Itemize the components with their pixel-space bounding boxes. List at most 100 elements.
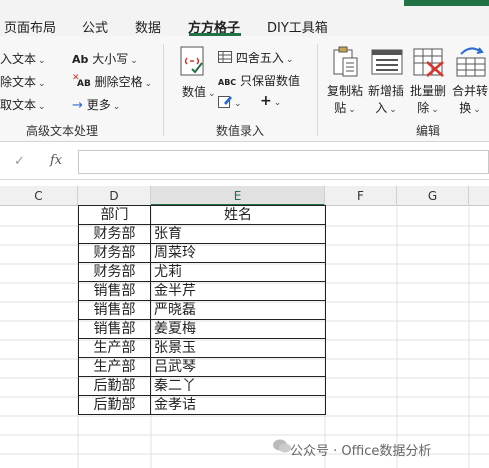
department-cell[interactable]: 后勤部 bbox=[78, 395, 151, 415]
department-cell[interactable]: 生产部 bbox=[78, 338, 151, 358]
table-row: 财务部 张育 bbox=[78, 224, 326, 244]
name-cell[interactable]: 张育 bbox=[150, 224, 326, 244]
merge-convert-button[interactable]: 合并转 换 ⌄ bbox=[452, 83, 488, 119]
table-row: 后勤部 秦二丫 bbox=[78, 376, 326, 396]
ribbon-tab-bar: 页面布局 公式 数据 方方格子 DIY工具箱 bbox=[0, 0, 489, 36]
insert-button[interactable]: 新增插 入 ⌄ bbox=[368, 83, 404, 119]
department-cell[interactable]: 后勤部 bbox=[78, 376, 151, 396]
case-button[interactable]: Ab 大小写 ⌄ bbox=[72, 50, 138, 67]
more-label: 更多 bbox=[86, 98, 111, 112]
keep-numeric-label: 只保留数值 bbox=[240, 74, 301, 88]
column-header-d[interactable]: D bbox=[78, 186, 151, 206]
keep-numeric-button[interactable]: ABC 只保留数值 bbox=[218, 72, 300, 89]
name-cell[interactable]: 吕武琴 bbox=[150, 357, 326, 377]
name-cell[interactable]: 尤莉 bbox=[150, 262, 326, 282]
table-row: 生产部 张景玉 bbox=[78, 338, 326, 358]
copy-paste-button[interactable]: 复制粘 贴 ⌄ bbox=[327, 83, 363, 119]
column-header-e[interactable]: E bbox=[151, 186, 325, 206]
name-cell[interactable]: 周菜玲 bbox=[150, 243, 326, 263]
abc-icon: ABC bbox=[218, 78, 237, 87]
table-row: 销售部 姜夏梅 bbox=[78, 319, 326, 339]
ab-case-icon: Ab bbox=[72, 53, 89, 66]
department-cell[interactable]: 生产部 bbox=[78, 357, 151, 377]
merge-label-line2: 换 bbox=[459, 101, 472, 115]
column-header-row: C D E F G bbox=[0, 186, 489, 206]
header-cell-department[interactable]: 部门 bbox=[78, 205, 151, 225]
department-cell[interactable]: 销售部 bbox=[78, 281, 151, 301]
group-label-numeric-entry: 数值录入 bbox=[216, 124, 265, 138]
merge-label-line1: 合并转 bbox=[452, 84, 489, 98]
numeric-icon[interactable] bbox=[178, 45, 208, 79]
column-header-g[interactable]: G bbox=[397, 186, 469, 206]
insert-label-line2: 入 bbox=[375, 101, 388, 115]
round-table-icon bbox=[218, 51, 232, 63]
round-button[interactable]: 四舍五入 ⌄ bbox=[218, 49, 293, 66]
title-bar-accent bbox=[404, 0, 489, 6]
name-cell[interactable]: 姜夏梅 bbox=[150, 319, 326, 339]
insert-rows-icon[interactable] bbox=[371, 46, 403, 78]
table-row: 财务部 尤莉 bbox=[78, 262, 326, 282]
delete-text-button[interactable]: 删除文本⌄ bbox=[0, 73, 46, 90]
chevron-down-icon: ⌄ bbox=[473, 105, 481, 115]
watermark-text: 公众号 · Office数据分析 bbox=[290, 444, 432, 459]
insert-text-button[interactable]: 插入文本⌄ bbox=[0, 50, 46, 67]
case-label: 大小写 bbox=[92, 52, 129, 66]
chevron-down-icon: ⌄ bbox=[348, 105, 356, 115]
header-cell-name[interactable]: 姓名 bbox=[150, 205, 326, 225]
department-cell[interactable]: 销售部 bbox=[78, 300, 151, 320]
department-cell[interactable]: 销售部 bbox=[78, 319, 151, 339]
table-row: 财务部 周菜玲 bbox=[78, 243, 326, 263]
group-divider bbox=[317, 44, 318, 136]
formula-bar: ✓ fx bbox=[0, 143, 489, 180]
more-button[interactable]: → 更多 ⌄ bbox=[72, 96, 120, 113]
data-table[interactable]: 部门 姓名 财务部 张育 财务部 周菜玲 财务部 尤莉 销售部 金半芹 销售部 严晓磊 销… bbox=[78, 205, 326, 415]
column-header-h[interactable] bbox=[469, 186, 489, 206]
remove-spaces-button[interactable]: ✕ AB 删除空格 ⌄ bbox=[72, 73, 152, 90]
remove-spaces-icon: ✕ AB bbox=[72, 73, 91, 89]
column-header-c[interactable]: C bbox=[0, 186, 78, 206]
copy-paste-icon[interactable] bbox=[331, 44, 361, 80]
name-cell[interactable]: 金半芹 bbox=[150, 281, 326, 301]
department-cell[interactable]: 财务部 bbox=[78, 262, 151, 282]
chevron-down-icon: ⌄ bbox=[38, 79, 46, 89]
tab-page-layout[interactable]: 页面布局 bbox=[4, 17, 56, 36]
edit-dropdown-button[interactable]: ⌄ bbox=[218, 94, 242, 109]
name-cell[interactable]: 严晓磊 bbox=[150, 300, 326, 320]
column-header-f[interactable]: F bbox=[325, 186, 397, 206]
delete-label-line1: 批量删 bbox=[410, 84, 447, 98]
delete-label-line2: 除 bbox=[417, 101, 430, 115]
chevron-down-icon: ⌄ bbox=[285, 55, 294, 65]
department-cell[interactable]: 财务部 bbox=[78, 224, 151, 244]
copy-paste-label-line2: 贴 bbox=[334, 101, 347, 115]
name-cell[interactable]: 金孝诘 bbox=[150, 395, 326, 415]
table-row: 销售部 严晓磊 bbox=[78, 300, 326, 320]
name-cell[interactable]: 秦二丫 bbox=[150, 376, 326, 396]
insert-function-icon[interactable]: fx bbox=[50, 153, 62, 168]
table-row: 后勤部 金孝诘 bbox=[78, 395, 326, 415]
remove-spaces-label: 删除空格 bbox=[94, 75, 143, 89]
department-cell[interactable]: 财务部 bbox=[78, 243, 151, 263]
group-divider bbox=[163, 44, 164, 136]
extract-text-button[interactable]: 截取文本⌄ bbox=[0, 96, 46, 113]
chevron-down-icon: ⌄ bbox=[38, 56, 46, 66]
plus-button[interactable]: + ⌄ bbox=[260, 93, 281, 109]
extract-text-label: 截取文本 bbox=[0, 98, 37, 112]
chevron-down-icon: ⌄ bbox=[208, 89, 216, 99]
round-label: 四舍五入 bbox=[235, 51, 284, 65]
group-label-advanced-text: 高级文本处理 bbox=[26, 124, 99, 138]
numeric-button[interactable]: 数值 ⌄ bbox=[182, 83, 216, 100]
table-row: 生产部 吕武琴 bbox=[78, 357, 326, 377]
tab-diy-toolbox[interactable]: DIY工具箱 bbox=[267, 17, 328, 36]
wechat-logo-icon bbox=[272, 438, 292, 454]
batch-delete-icon[interactable] bbox=[413, 46, 445, 78]
enter-check-icon[interactable]: ✓ bbox=[14, 154, 25, 169]
chevron-down-icon: ⌄ bbox=[144, 79, 153, 89]
merge-convert-icon[interactable] bbox=[455, 44, 489, 78]
group-label-edit: 编辑 bbox=[416, 124, 441, 138]
formula-input[interactable] bbox=[78, 150, 489, 174]
tab-data[interactable]: 数据 bbox=[135, 17, 161, 36]
tab-formulas[interactable]: 公式 bbox=[82, 17, 108, 36]
batch-delete-button[interactable]: 批量删 除 ⌄ bbox=[410, 83, 446, 119]
name-cell[interactable]: 张景玉 bbox=[150, 338, 326, 358]
insert-label-line1: 新增插 bbox=[368, 84, 405, 98]
